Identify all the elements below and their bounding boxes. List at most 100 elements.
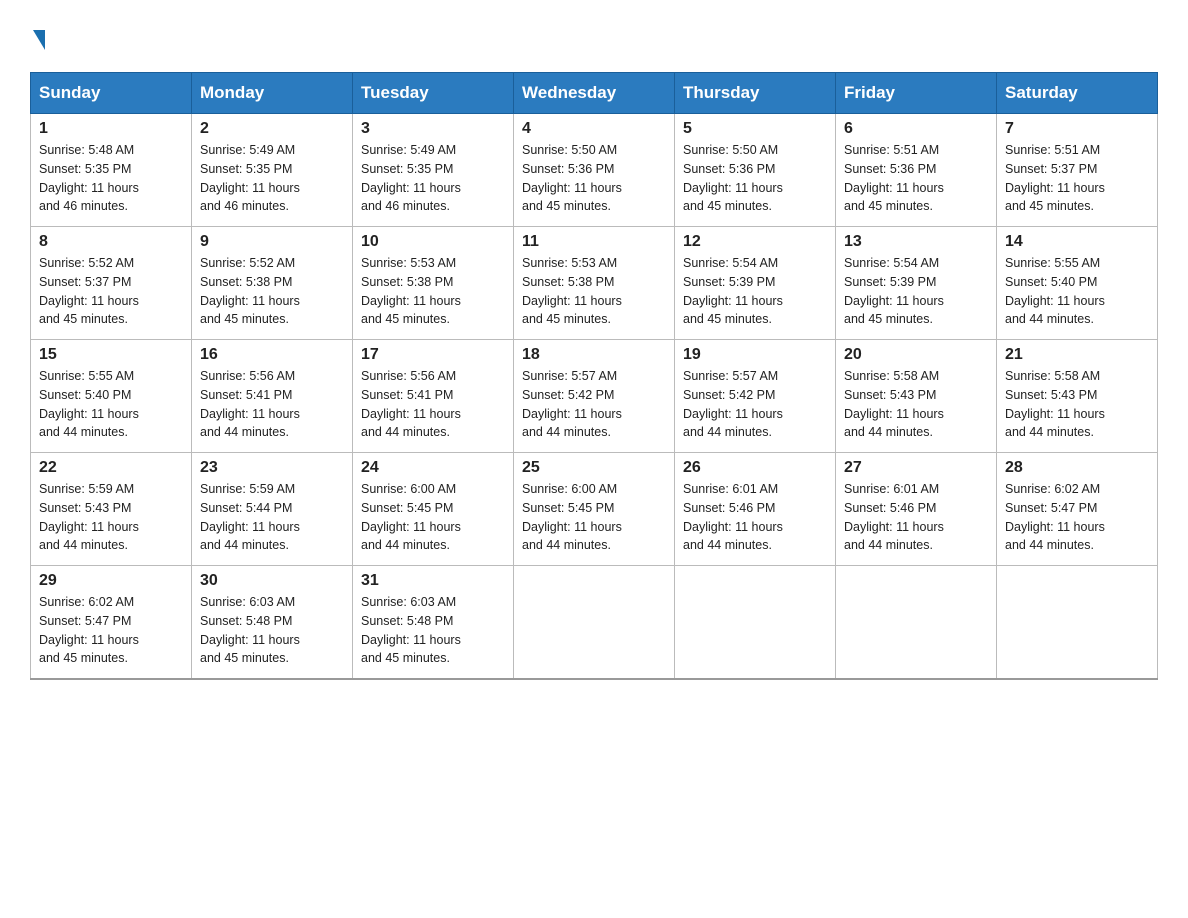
day-number: 29 — [39, 572, 183, 590]
day-info: Sunrise: 5:59 AM Sunset: 5:44 PM Dayligh… — [200, 480, 344, 555]
week-row-5: 29 Sunrise: 6:02 AM Sunset: 5:47 PM Dayl… — [31, 566, 1158, 680]
day-number: 18 — [522, 346, 666, 364]
calendar-cell: 9 Sunrise: 5:52 AM Sunset: 5:38 PM Dayli… — [192, 227, 353, 340]
calendar-cell: 23 Sunrise: 5:59 AM Sunset: 5:44 PM Dayl… — [192, 453, 353, 566]
day-number: 2 — [200, 120, 344, 138]
weekday-header-sunday: Sunday — [31, 73, 192, 114]
weekday-header-row: SundayMondayTuesdayWednesdayThursdayFrid… — [31, 73, 1158, 114]
weekday-header-thursday: Thursday — [675, 73, 836, 114]
day-number: 10 — [361, 233, 505, 251]
day-info: Sunrise: 5:54 AM Sunset: 5:39 PM Dayligh… — [844, 254, 988, 329]
day-info: Sunrise: 5:54 AM Sunset: 5:39 PM Dayligh… — [683, 254, 827, 329]
day-info: Sunrise: 6:01 AM Sunset: 5:46 PM Dayligh… — [844, 480, 988, 555]
calendar-cell: 10 Sunrise: 5:53 AM Sunset: 5:38 PM Dayl… — [353, 227, 514, 340]
calendar-cell: 27 Sunrise: 6:01 AM Sunset: 5:46 PM Dayl… — [836, 453, 997, 566]
calendar-cell: 26 Sunrise: 6:01 AM Sunset: 5:46 PM Dayl… — [675, 453, 836, 566]
day-info: Sunrise: 5:50 AM Sunset: 5:36 PM Dayligh… — [683, 141, 827, 216]
day-number: 23 — [200, 459, 344, 477]
day-info: Sunrise: 5:56 AM Sunset: 5:41 PM Dayligh… — [361, 367, 505, 442]
day-info: Sunrise: 6:01 AM Sunset: 5:46 PM Dayligh… — [683, 480, 827, 555]
day-number: 31 — [361, 572, 505, 590]
week-row-2: 8 Sunrise: 5:52 AM Sunset: 5:37 PM Dayli… — [31, 227, 1158, 340]
day-number: 20 — [844, 346, 988, 364]
weekday-header-monday: Monday — [192, 73, 353, 114]
day-number: 30 — [200, 572, 344, 590]
day-number: 11 — [522, 233, 666, 251]
calendar-cell: 16 Sunrise: 5:56 AM Sunset: 5:41 PM Dayl… — [192, 340, 353, 453]
day-number: 24 — [361, 459, 505, 477]
day-info: Sunrise: 5:49 AM Sunset: 5:35 PM Dayligh… — [200, 141, 344, 216]
calendar-table: SundayMondayTuesdayWednesdayThursdayFrid… — [30, 72, 1158, 680]
day-info: Sunrise: 6:02 AM Sunset: 5:47 PM Dayligh… — [39, 593, 183, 668]
calendar-cell: 5 Sunrise: 5:50 AM Sunset: 5:36 PM Dayli… — [675, 114, 836, 227]
calendar-cell: 14 Sunrise: 5:55 AM Sunset: 5:40 PM Dayl… — [997, 227, 1158, 340]
day-number: 17 — [361, 346, 505, 364]
calendar-cell: 7 Sunrise: 5:51 AM Sunset: 5:37 PM Dayli… — [997, 114, 1158, 227]
calendar-cell: 6 Sunrise: 5:51 AM Sunset: 5:36 PM Dayli… — [836, 114, 997, 227]
week-row-4: 22 Sunrise: 5:59 AM Sunset: 5:43 PM Dayl… — [31, 453, 1158, 566]
calendar-cell: 25 Sunrise: 6:00 AM Sunset: 5:45 PM Dayl… — [514, 453, 675, 566]
calendar-cell: 12 Sunrise: 5:54 AM Sunset: 5:39 PM Dayl… — [675, 227, 836, 340]
day-info: Sunrise: 5:57 AM Sunset: 5:42 PM Dayligh… — [683, 367, 827, 442]
calendar-cell: 13 Sunrise: 5:54 AM Sunset: 5:39 PM Dayl… — [836, 227, 997, 340]
day-info: Sunrise: 5:48 AM Sunset: 5:35 PM Dayligh… — [39, 141, 183, 216]
day-number: 4 — [522, 120, 666, 138]
day-info: Sunrise: 5:55 AM Sunset: 5:40 PM Dayligh… — [39, 367, 183, 442]
day-number: 12 — [683, 233, 827, 251]
day-info: Sunrise: 6:00 AM Sunset: 5:45 PM Dayligh… — [361, 480, 505, 555]
calendar-cell: 21 Sunrise: 5:58 AM Sunset: 5:43 PM Dayl… — [997, 340, 1158, 453]
calendar-cell: 11 Sunrise: 5:53 AM Sunset: 5:38 PM Dayl… — [514, 227, 675, 340]
weekday-header-friday: Friday — [836, 73, 997, 114]
day-number: 28 — [1005, 459, 1149, 477]
day-info: Sunrise: 5:50 AM Sunset: 5:36 PM Dayligh… — [522, 141, 666, 216]
calendar-cell: 31 Sunrise: 6:03 AM Sunset: 5:48 PM Dayl… — [353, 566, 514, 680]
day-number: 5 — [683, 120, 827, 138]
calendar-cell: 17 Sunrise: 5:56 AM Sunset: 5:41 PM Dayl… — [353, 340, 514, 453]
calendar-cell: 28 Sunrise: 6:02 AM Sunset: 5:47 PM Dayl… — [997, 453, 1158, 566]
week-row-3: 15 Sunrise: 5:55 AM Sunset: 5:40 PM Dayl… — [31, 340, 1158, 453]
day-number: 9 — [200, 233, 344, 251]
day-info: Sunrise: 5:52 AM Sunset: 5:38 PM Dayligh… — [200, 254, 344, 329]
day-number: 15 — [39, 346, 183, 364]
day-number: 27 — [844, 459, 988, 477]
day-info: Sunrise: 5:58 AM Sunset: 5:43 PM Dayligh… — [1005, 367, 1149, 442]
day-number: 1 — [39, 120, 183, 138]
calendar-cell: 4 Sunrise: 5:50 AM Sunset: 5:36 PM Dayli… — [514, 114, 675, 227]
calendar-cell: 29 Sunrise: 6:02 AM Sunset: 5:47 PM Dayl… — [31, 566, 192, 680]
day-number: 13 — [844, 233, 988, 251]
calendar-cell — [675, 566, 836, 680]
day-info: Sunrise: 5:57 AM Sunset: 5:42 PM Dayligh… — [522, 367, 666, 442]
day-number: 7 — [1005, 120, 1149, 138]
weekday-header-saturday: Saturday — [997, 73, 1158, 114]
calendar-cell: 20 Sunrise: 5:58 AM Sunset: 5:43 PM Dayl… — [836, 340, 997, 453]
day-info: Sunrise: 6:00 AM Sunset: 5:45 PM Dayligh… — [522, 480, 666, 555]
calendar-cell: 22 Sunrise: 5:59 AM Sunset: 5:43 PM Dayl… — [31, 453, 192, 566]
day-number: 14 — [1005, 233, 1149, 251]
week-row-1: 1 Sunrise: 5:48 AM Sunset: 5:35 PM Dayli… — [31, 114, 1158, 227]
day-info: Sunrise: 5:58 AM Sunset: 5:43 PM Dayligh… — [844, 367, 988, 442]
day-info: Sunrise: 5:55 AM Sunset: 5:40 PM Dayligh… — [1005, 254, 1149, 329]
calendar-cell: 8 Sunrise: 5:52 AM Sunset: 5:37 PM Dayli… — [31, 227, 192, 340]
day-number: 21 — [1005, 346, 1149, 364]
calendar-cell: 19 Sunrise: 5:57 AM Sunset: 5:42 PM Dayl… — [675, 340, 836, 453]
logo — [30, 20, 45, 52]
day-info: Sunrise: 5:51 AM Sunset: 5:36 PM Dayligh… — [844, 141, 988, 216]
weekday-header-wednesday: Wednesday — [514, 73, 675, 114]
day-number: 8 — [39, 233, 183, 251]
day-number: 3 — [361, 120, 505, 138]
day-number: 16 — [200, 346, 344, 364]
day-info: Sunrise: 6:03 AM Sunset: 5:48 PM Dayligh… — [200, 593, 344, 668]
calendar-cell: 18 Sunrise: 5:57 AM Sunset: 5:42 PM Dayl… — [514, 340, 675, 453]
calendar-cell: 2 Sunrise: 5:49 AM Sunset: 5:35 PM Dayli… — [192, 114, 353, 227]
day-info: Sunrise: 5:53 AM Sunset: 5:38 PM Dayligh… — [522, 254, 666, 329]
day-number: 19 — [683, 346, 827, 364]
calendar-cell — [836, 566, 997, 680]
day-number: 22 — [39, 459, 183, 477]
logo-triangle-icon — [33, 30, 45, 50]
day-info: Sunrise: 5:52 AM Sunset: 5:37 PM Dayligh… — [39, 254, 183, 329]
day-info: Sunrise: 6:03 AM Sunset: 5:48 PM Dayligh… — [361, 593, 505, 668]
day-number: 26 — [683, 459, 827, 477]
calendar-cell: 30 Sunrise: 6:03 AM Sunset: 5:48 PM Dayl… — [192, 566, 353, 680]
day-number: 25 — [522, 459, 666, 477]
day-info: Sunrise: 5:49 AM Sunset: 5:35 PM Dayligh… — [361, 141, 505, 216]
